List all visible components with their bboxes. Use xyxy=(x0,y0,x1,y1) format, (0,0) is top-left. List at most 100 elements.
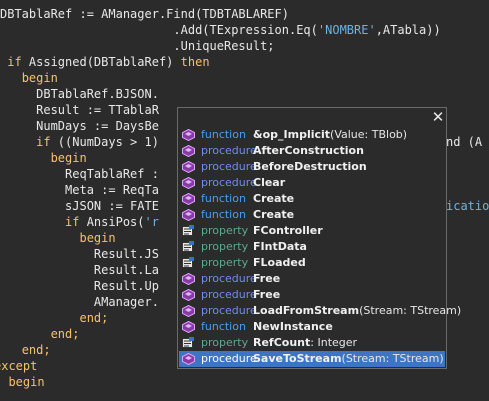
code-token: Result.La xyxy=(0,263,159,277)
code-line: sJSON := FATE xyxy=(0,198,159,214)
code-fragment: ication xyxy=(446,198,489,214)
completion-params: (Stream: TStream) xyxy=(341,352,444,365)
code-token: sJSON := FATE xyxy=(0,199,159,213)
code-line: except xyxy=(0,358,37,374)
completion-params: (Stream: TStream) xyxy=(359,304,462,317)
code-token: begin xyxy=(79,231,116,245)
code-line: begin xyxy=(0,374,45,390)
completion-item[interactable]: procedure BeforeDestruction xyxy=(179,159,445,175)
completion-item[interactable]: procedure LoadFromStream(Stream: TStream) xyxy=(179,303,461,319)
code-token: then xyxy=(180,55,210,69)
completion-identifier: RefCount xyxy=(253,336,311,349)
code-line: end; xyxy=(0,310,108,326)
code-token: 'r xyxy=(144,215,159,229)
completion-kind: function xyxy=(201,208,246,221)
completion-list[interactable]: function &op_Implicit(Value: TBlob) proced… xyxy=(179,127,461,367)
completion-item[interactable]: procedure Free xyxy=(179,271,445,287)
completion-name: Create xyxy=(253,207,294,223)
completion-item[interactable]: procedure Free xyxy=(179,287,445,303)
code-token: ication xyxy=(446,199,489,213)
code-token: ReqTablaRef : xyxy=(0,167,159,181)
method-icon xyxy=(182,288,195,302)
code-token: Meta := ReqTa xyxy=(0,183,159,197)
completion-name: RefCount: Integer xyxy=(253,335,357,351)
completion-item[interactable]: function Create xyxy=(179,207,445,223)
code-line: Meta := ReqTa xyxy=(0,182,159,198)
code-line: ReqTablaRef : xyxy=(0,166,159,182)
completion-item[interactable]: function &op_Implicit(Value: TBlob) xyxy=(179,127,445,143)
method-icon xyxy=(182,192,195,206)
completion-kind: procedure xyxy=(201,176,257,189)
completion-identifier: Free xyxy=(253,288,281,301)
completion-name: &op_Implicit(Value: TBlob) xyxy=(253,127,407,143)
completion-kind: property xyxy=(201,240,249,253)
code-token: begin xyxy=(50,151,87,165)
property-icon xyxy=(182,225,195,237)
code-token: NumDays := DaysBe xyxy=(0,119,159,133)
code-line: .UniqueResult; xyxy=(0,38,274,54)
code-token: end; xyxy=(21,343,51,357)
completion-kind: procedure xyxy=(201,272,257,285)
completion-identifier: &op_Implicit xyxy=(253,128,331,141)
completion-kind: procedure xyxy=(201,288,257,301)
code-line: NumDays := DaysBe xyxy=(0,118,159,134)
method-icon xyxy=(182,160,195,174)
completion-item[interactable]: property FController xyxy=(179,223,445,239)
completion-item[interactable]: property FIntData xyxy=(179,239,445,255)
method-icon xyxy=(182,208,195,222)
code-line: Result.JS xyxy=(0,246,159,262)
completion-name: Create xyxy=(253,191,294,207)
method-icon xyxy=(182,176,195,190)
completion-item[interactable]: function Create xyxy=(179,191,445,207)
completion-name: SaveToStream(Stream: TStream) xyxy=(253,351,444,367)
code-line: end; xyxy=(0,326,80,342)
completion-identifier: SaveToStream xyxy=(253,352,342,365)
method-icon xyxy=(182,128,195,142)
completion-item[interactable]: procedure AfterConstruction xyxy=(179,143,445,159)
code-line: DBTablaRef := AManager.Find(TDBTABLAREF) xyxy=(0,6,289,22)
completion-item[interactable]: procedure SaveToStream(Stream: TStream) xyxy=(179,351,445,367)
completion-item[interactable]: function NewInstance xyxy=(179,319,445,335)
completion-item[interactable]: property FLoaded xyxy=(179,255,445,271)
property-icon xyxy=(182,257,195,269)
code-line: begin xyxy=(0,230,116,246)
code-line: begin xyxy=(0,70,58,86)
method-icon xyxy=(182,352,195,366)
code-token: DBTablaRef := AManager.Find(TDBTABLAREF) xyxy=(0,7,289,21)
property-icon xyxy=(182,337,195,349)
close-icon[interactable]: ✕ xyxy=(431,110,445,125)
completion-name: LoadFromStream(Stream: TStream) xyxy=(253,303,461,319)
code-token: ((NumDays > 1) xyxy=(50,135,159,149)
completion-identifier: Clear xyxy=(253,176,286,189)
completion-kind: procedure xyxy=(201,304,257,317)
code-line: .Add(TExpression.Eq('NOMBRE',ATabla)) xyxy=(0,22,440,38)
completion-item[interactable]: property RefCount: Integer xyxy=(179,335,445,351)
completion-identifier: Create xyxy=(253,208,295,221)
code-token: .Add(TExpression.Eq( xyxy=(0,23,318,37)
code-line: if AnsiPos('r xyxy=(0,214,159,230)
code-line: Result.La xyxy=(0,262,159,278)
completion-name: Free xyxy=(253,287,280,303)
completion-name: FIntData xyxy=(253,239,307,255)
method-icon xyxy=(182,304,195,318)
completion-kind: function xyxy=(201,192,246,205)
completion-name: NewInstance xyxy=(253,319,333,335)
code-line: Result.Up xyxy=(0,278,159,294)
code-line: AManager. xyxy=(0,294,159,310)
completion-item[interactable]: procedure Clear xyxy=(179,175,445,191)
code-token: Result.JS xyxy=(0,247,159,261)
code-completion-popup[interactable]: ✕ function &op_Implicit(Value: TBlob) proc… xyxy=(177,107,461,369)
completion-identifier: LoadFromStream xyxy=(253,304,360,317)
property-icon xyxy=(182,241,195,253)
code-token: end; xyxy=(79,311,109,325)
code-token: begin xyxy=(8,375,45,389)
code-line: end; xyxy=(0,342,51,358)
code-line: DBTablaRef.BJSON. xyxy=(0,86,159,102)
code-token: AnsiPos( xyxy=(79,215,145,229)
code-token: if xyxy=(65,215,80,229)
